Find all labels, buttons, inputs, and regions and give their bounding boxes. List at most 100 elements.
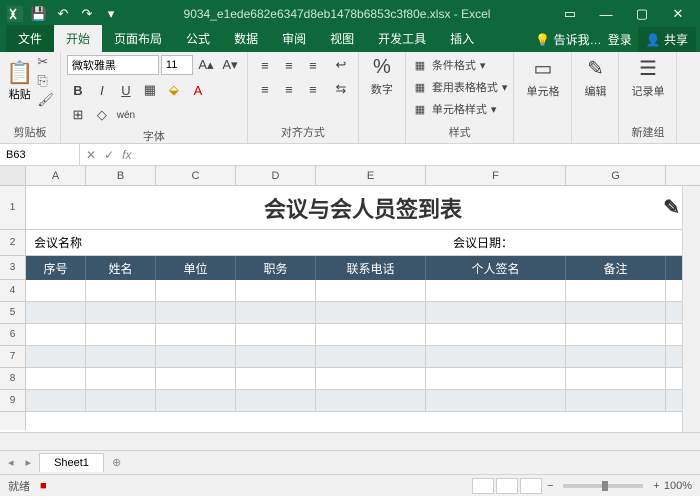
row-4[interactable]: 4 (0, 280, 25, 302)
phonetic-icon[interactable]: wén (115, 104, 137, 126)
tab-insert[interactable]: 插入 (438, 25, 486, 52)
meeting-info-row[interactable]: 会议名称 会议日期： (26, 230, 700, 256)
fill-color-button[interactable]: ⬙ (163, 79, 185, 101)
format-painter-icon[interactable]: 🖌 (37, 92, 54, 108)
close-icon[interactable]: ✕ (660, 0, 696, 28)
table-row[interactable] (26, 280, 700, 302)
font-color-button[interactable]: A (187, 79, 209, 101)
align-center-icon[interactable]: ≡ (278, 78, 300, 100)
row-1[interactable]: 1 (0, 186, 25, 230)
tab-formula[interactable]: 公式 (174, 25, 222, 52)
row-3[interactable]: 3 (0, 256, 25, 280)
align-left-icon[interactable]: ≡ (254, 78, 276, 100)
record-button[interactable]: ☰记录单 (625, 54, 670, 101)
font-name-select[interactable]: 微软雅黑 (67, 55, 159, 75)
share-button[interactable]: 👤 共享 (638, 27, 696, 52)
row-9[interactable]: 9 (0, 390, 25, 412)
col-D[interactable]: D (236, 166, 316, 185)
col-G[interactable]: G (566, 166, 666, 185)
row-6[interactable]: 6 (0, 324, 25, 346)
sheet-title-cell[interactable]: 会议与会人员签到表 ✎ (26, 186, 700, 230)
col-B[interactable]: B (86, 166, 156, 185)
merge-icon[interactable]: ⇆ (330, 78, 352, 100)
borders-icon[interactable]: ⊞ (67, 104, 89, 126)
record-macro-icon[interactable]: ■ (40, 480, 47, 492)
redo-icon[interactable]: ↷ (76, 3, 98, 25)
table-row[interactable] (26, 302, 700, 324)
align-mid-icon[interactable]: ≡ (278, 54, 300, 76)
table-header-row: 序号 姓名 单位 职务 联系电话 个人签名 备注 (26, 256, 700, 280)
wrap-icon[interactable]: ↩ (330, 54, 352, 76)
hdr-sign: 个人签名 (426, 256, 566, 280)
row-7[interactable]: 7 (0, 346, 25, 368)
table-format-button[interactable]: ▦套用表格格式 ▾ (412, 76, 508, 98)
add-sheet-icon[interactable]: ⊕ (108, 456, 125, 469)
tab-home[interactable]: 开始 (54, 25, 102, 52)
italic-button[interactable]: I (91, 79, 113, 101)
align-bot-icon[interactable]: ≡ (302, 54, 324, 76)
cut-icon[interactable]: ✂ (37, 54, 54, 70)
view-normal-icon[interactable] (472, 478, 494, 494)
vertical-scrollbar[interactable] (682, 186, 700, 432)
cond-format-button[interactable]: ▦条件格式 ▾ (412, 54, 508, 76)
tab-view[interactable]: 视图 (318, 25, 366, 52)
accept-formula-icon[interactable]: ✓ (104, 148, 114, 162)
table-row[interactable] (26, 390, 700, 412)
col-C[interactable]: C (156, 166, 236, 185)
paste-icon[interactable]: 📋 (6, 60, 33, 86)
maximize-icon[interactable]: ▢ (624, 0, 660, 28)
cell-style-button[interactable]: ▦单元格样式 ▾ (412, 98, 508, 120)
qat-more-icon[interactable]: ▾ (100, 3, 122, 25)
tab-file[interactable]: 文件 (6, 25, 54, 52)
tab-dev[interactable]: 开发工具 (366, 25, 438, 52)
font-size-select[interactable]: 11 (161, 55, 193, 75)
align-right-icon[interactable]: ≡ (302, 78, 324, 100)
align-top-icon[interactable]: ≡ (254, 54, 276, 76)
tab-data[interactable]: 数据 (222, 25, 270, 52)
bold-button[interactable]: B (67, 79, 89, 101)
tab-review[interactable]: 审阅 (270, 25, 318, 52)
underline-button[interactable]: U (115, 79, 137, 101)
shrink-font-icon[interactable]: A▾ (219, 54, 241, 76)
fill-icon[interactable]: ◇ (91, 104, 113, 126)
number-text[interactable]: 数字 (371, 81, 393, 97)
table-row[interactable] (26, 346, 700, 368)
col-A[interactable]: A (26, 166, 86, 185)
cells-button[interactable]: ▭单元格 (520, 54, 565, 101)
zoom-level[interactable]: 100% (664, 480, 692, 492)
tell-me[interactable]: 💡 告诉我… (535, 31, 601, 48)
save-icon[interactable]: 💾 (28, 3, 50, 25)
zoom-in-icon[interactable]: + (653, 480, 659, 492)
row-8[interactable]: 8 (0, 368, 25, 390)
table-row[interactable] (26, 368, 700, 390)
ribbon-options-icon[interactable]: ▭ (552, 0, 588, 28)
horizontal-scrollbar[interactable] (0, 432, 700, 450)
copy-icon[interactable]: ⎘ (37, 73, 54, 89)
sheet-nav-first-icon[interactable]: ◂ (4, 456, 18, 469)
login[interactable]: 登录 (608, 31, 632, 48)
row-5[interactable]: 5 (0, 302, 25, 324)
row-2[interactable]: 2 (0, 230, 25, 256)
view-layout-icon[interactable] (496, 478, 518, 494)
meeting-date-label: 会议日期： (266, 234, 700, 251)
percent-icon[interactable]: % (373, 56, 391, 79)
minimize-icon[interactable]: — (588, 0, 624, 28)
select-all-corner[interactable] (0, 166, 26, 185)
cancel-formula-icon[interactable]: ✕ (86, 148, 96, 162)
undo-icon[interactable]: ↶ (52, 3, 74, 25)
paste-label[interactable]: 粘贴 (9, 86, 31, 102)
sheet-tab-1[interactable]: Sheet1 (39, 453, 104, 472)
table-row[interactable] (26, 324, 700, 346)
name-box[interactable]: B63 (0, 144, 80, 165)
zoom-out-icon[interactable]: − (547, 480, 553, 492)
sheet-nav-last-icon[interactable]: ▸ (22, 456, 36, 469)
grow-font-icon[interactable]: A▴ (195, 54, 217, 76)
col-E[interactable]: E (316, 166, 426, 185)
edit-button[interactable]: ✎编辑 (578, 54, 612, 101)
zoom-slider[interactable] (563, 484, 643, 488)
fx-icon[interactable]: fx (122, 148, 131, 162)
col-F[interactable]: F (426, 166, 566, 185)
border-button[interactable]: ▦ (139, 79, 161, 101)
tab-layout[interactable]: 页面布局 (102, 25, 174, 52)
view-pagebreak-icon[interactable] (520, 478, 542, 494)
